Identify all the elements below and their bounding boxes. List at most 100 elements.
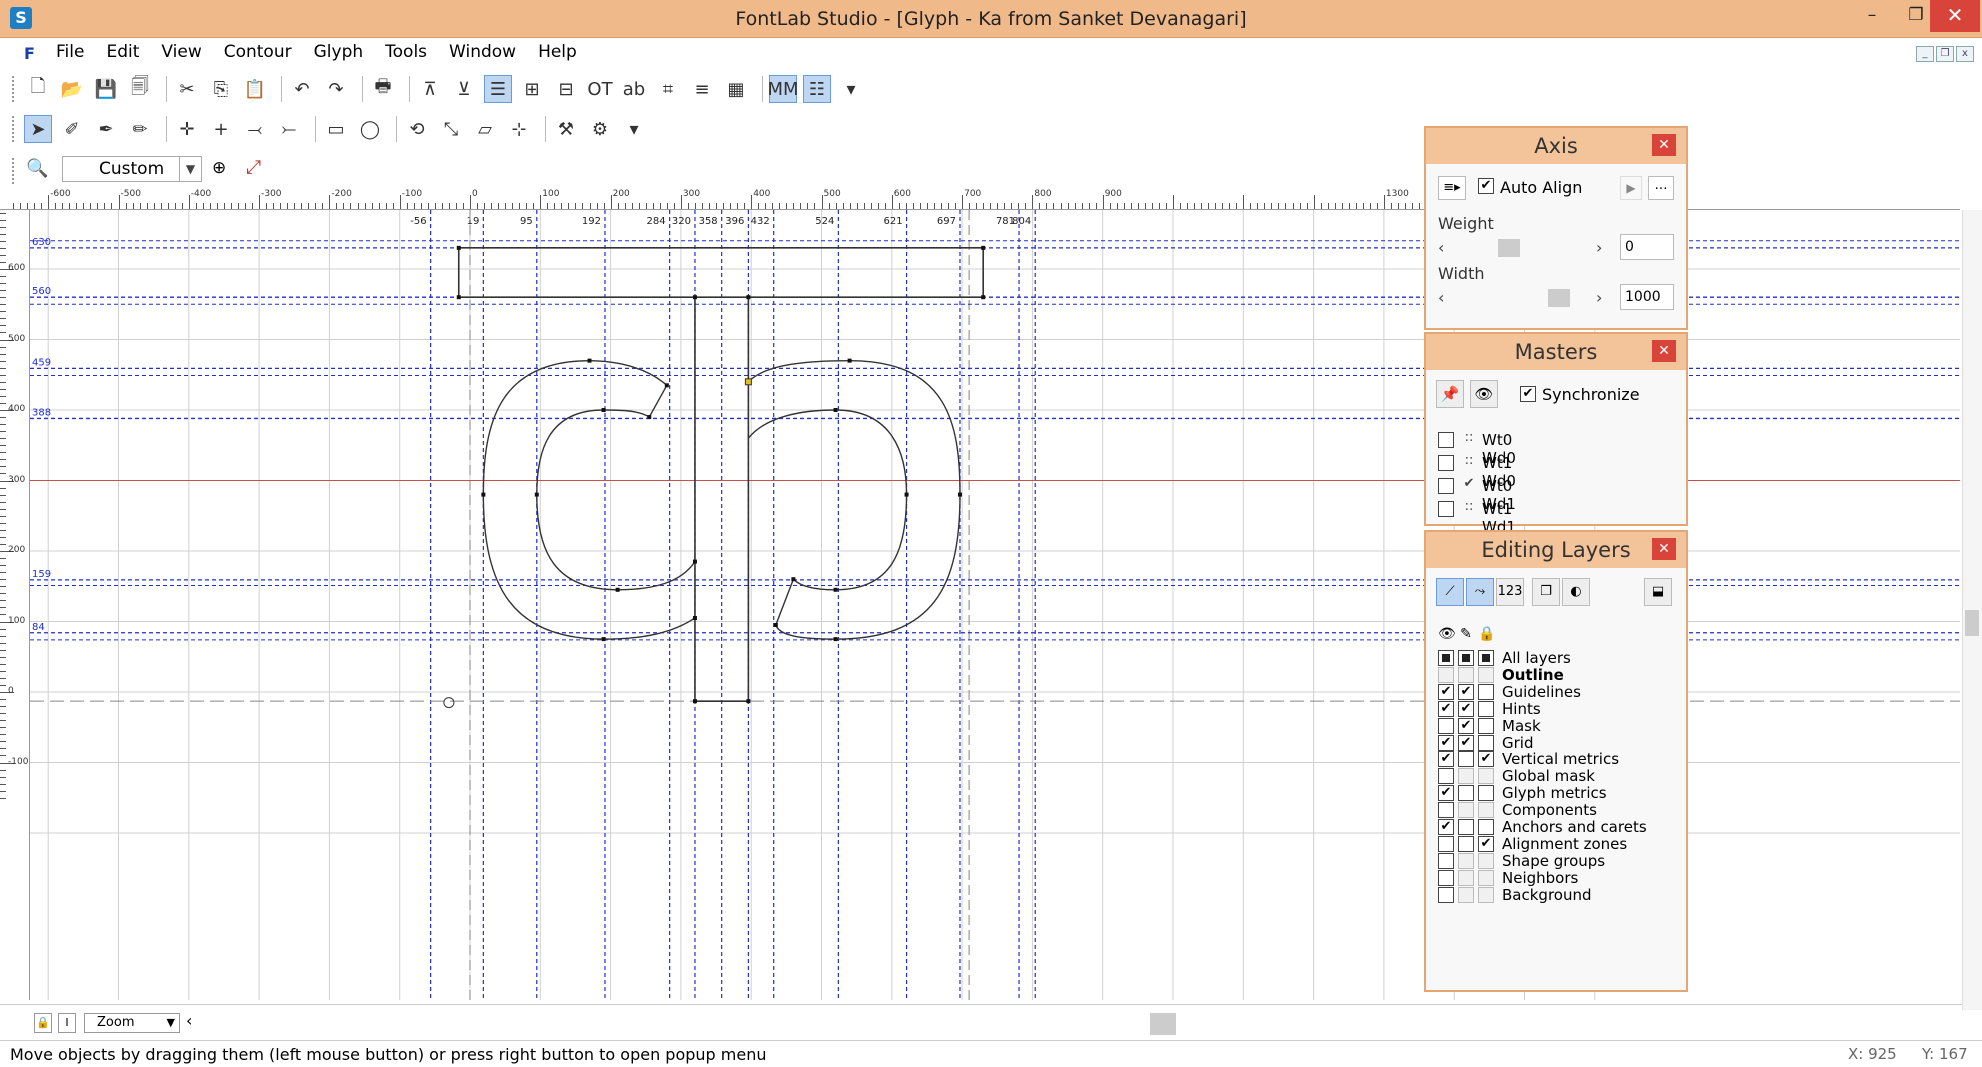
layer-row[interactable]: ✔ Mask bbox=[1438, 717, 1678, 735]
weight-slider-thumb[interactable] bbox=[1498, 239, 1520, 257]
layer-row[interactable]: Components bbox=[1438, 801, 1678, 819]
chevron-down-icon[interactable]: ▼ bbox=[179, 157, 201, 181]
layer-visible-checkbox[interactable]: ✔ bbox=[1438, 751, 1454, 768]
toolbar-grip[interactable] bbox=[12, 116, 15, 142]
transform-icon[interactable]: ⌗ bbox=[654, 75, 682, 103]
layer-visible-checkbox[interactable] bbox=[1438, 886, 1454, 903]
minimize-button[interactable]: – bbox=[1850, 0, 1894, 32]
layer-edit-checkbox[interactable] bbox=[1458, 869, 1474, 886]
layer-lock-checkbox[interactable] bbox=[1478, 869, 1494, 886]
layer-edit-checkbox[interactable]: ✔ bbox=[1458, 683, 1474, 700]
menu-tools[interactable]: Tools bbox=[385, 42, 427, 62]
classes-icon[interactable]: ⊞ bbox=[518, 75, 546, 103]
copy-icon[interactable]: ⎘ bbox=[207, 75, 235, 103]
rotate-tool-icon[interactable]: ⟲ bbox=[403, 115, 431, 143]
pin-icon[interactable]: 📌 bbox=[1436, 380, 1464, 408]
layer-edit-checkbox[interactable] bbox=[1458, 666, 1474, 683]
eye-icon[interactable]: 👁 bbox=[1470, 380, 1498, 408]
master-checkbox[interactable] bbox=[1438, 501, 1454, 517]
mdi-restore-button[interactable]: ❐ bbox=[1936, 46, 1954, 62]
master-checkbox[interactable] bbox=[1438, 455, 1454, 471]
layer-visible-checkbox[interactable]: ✔ bbox=[1438, 819, 1454, 835]
save-icon[interactable]: 💾 bbox=[92, 75, 120, 103]
layer-edit-checkbox[interactable] bbox=[1458, 751, 1474, 768]
layer-visible-checkbox[interactable]: ✔ bbox=[1438, 785, 1454, 802]
layer-visible-checkbox[interactable] bbox=[1438, 852, 1454, 869]
dropdown-arrow-icon[interactable]: ▾ bbox=[837, 75, 865, 103]
layer-visible-checkbox[interactable] bbox=[1438, 768, 1454, 785]
measure-tool-icon[interactable]: ⊹ bbox=[505, 115, 533, 143]
zoom-in-icon[interactable]: ⊕ bbox=[212, 158, 226, 178]
weight-input[interactable]: 0 bbox=[1620, 234, 1674, 260]
pencil-tool-icon[interactable]: ✏ bbox=[126, 115, 154, 143]
slant-tool-icon[interactable]: ▱ bbox=[471, 115, 499, 143]
toolbar-grip[interactable] bbox=[12, 76, 15, 102]
glyph-list-icon[interactable]: ≡ bbox=[688, 75, 716, 103]
layer-edit-checkbox[interactable] bbox=[1458, 835, 1474, 852]
save-all-icon[interactable]: 🗐 bbox=[126, 75, 154, 103]
layer-lock-checkbox[interactable] bbox=[1478, 700, 1494, 717]
scroll-left-icon[interactable]: ‹ bbox=[186, 1011, 192, 1030]
new-file-icon[interactable]: 🗋 bbox=[24, 75, 52, 103]
unicode-table-icon[interactable]: ▦ bbox=[722, 75, 750, 103]
add-tangent-icon[interactable]: ⤚ bbox=[275, 115, 303, 143]
knife-tool-icon[interactable]: ⚒ bbox=[552, 115, 580, 143]
layer-lock-checkbox[interactable]: ✔ bbox=[1478, 835, 1494, 852]
layer-edit-checkbox[interactable] bbox=[1458, 768, 1474, 785]
mdi-close-button[interactable]: x bbox=[1956, 46, 1974, 62]
layer-visible-checkbox[interactable] bbox=[1438, 835, 1454, 852]
synchronize-checkbox[interactable]: ✔ bbox=[1520, 386, 1536, 402]
layer-lock-checkbox[interactable] bbox=[1478, 768, 1494, 785]
width-input[interactable]: 1000 bbox=[1620, 284, 1674, 310]
ellipse-tool-icon[interactable]: ◯ bbox=[356, 115, 384, 143]
mask-icon[interactable]: ◐ bbox=[1562, 578, 1590, 606]
chevron-left-icon[interactable]: ‹ bbox=[1438, 288, 1444, 307]
hinting-icon[interactable]: ⊟ bbox=[552, 75, 580, 103]
layer-row[interactable]: Outline bbox=[1438, 666, 1678, 684]
zoom-fit-icon[interactable]: ⤢ bbox=[246, 156, 261, 178]
pen-tool-icon[interactable]: ✒ bbox=[92, 115, 120, 143]
layer-lock-checkbox[interactable]: ✔ bbox=[1478, 751, 1494, 768]
master-checkbox[interactable] bbox=[1438, 432, 1454, 448]
blend-tool-icon[interactable]: ⚙ bbox=[586, 115, 614, 143]
layers-toggle-icon[interactable]: ☷ bbox=[803, 75, 831, 103]
layer-edit-checkbox[interactable] bbox=[1458, 852, 1474, 869]
auto-align-checkbox[interactable]: ✔ bbox=[1478, 178, 1494, 194]
layer-row[interactable]: Neighbors bbox=[1438, 869, 1678, 887]
layer-row[interactable]: ✔ ✔ Hints bbox=[1438, 700, 1678, 718]
font-info-icon[interactable]: ☰ bbox=[484, 75, 512, 103]
weight-slider[interactable]: ‹ › bbox=[1438, 238, 1606, 258]
chevron-right-icon[interactable]: › bbox=[1596, 238, 1602, 257]
zoom-magnifier-icon[interactable]: 🔍 bbox=[26, 158, 48, 179]
copy-layer-icon[interactable]: ❐ bbox=[1532, 578, 1560, 606]
export-icon[interactable]: ⬓ bbox=[1644, 578, 1672, 606]
add-node-icon[interactable]: ✛ bbox=[173, 115, 201, 143]
multiple-master-icon[interactable]: MM bbox=[767, 75, 799, 103]
chevron-down-icon[interactable]: ▼ bbox=[167, 1014, 175, 1032]
axis-menu-icon[interactable]: ≡▸ bbox=[1438, 176, 1466, 200]
layer-visible-checkbox[interactable] bbox=[1438, 802, 1454, 819]
eraser-tool-icon[interactable]: ✐ bbox=[58, 115, 86, 143]
pointer-tool-icon[interactable]: ➤ bbox=[24, 115, 52, 143]
layer-edit-checkbox[interactable]: ✔ bbox=[1458, 717, 1474, 734]
layer-row[interactable]: ✔ Alignment zones bbox=[1438, 835, 1678, 853]
layer-visible-checkbox[interactable] bbox=[1438, 717, 1454, 734]
close-icon[interactable]: ✕ bbox=[1652, 134, 1676, 156]
layer-visible-checkbox[interactable] bbox=[1438, 869, 1454, 886]
vertical-scrollbar[interactable] bbox=[1962, 210, 1982, 1010]
more-icon[interactable]: … bbox=[1648, 176, 1674, 200]
dropdown-arrow-icon[interactable]: ▾ bbox=[620, 115, 648, 143]
layer-row[interactable]: ✔ Anchors and carets bbox=[1438, 818, 1678, 836]
open-folder-icon[interactable]: 📂 bbox=[58, 75, 86, 103]
layer-row[interactable]: All layers bbox=[1438, 649, 1678, 667]
zoom-select[interactable]: Custom ▼ bbox=[62, 156, 202, 182]
undo-icon[interactable]: ↶ bbox=[288, 75, 316, 103]
layer-row[interactable]: Background bbox=[1438, 886, 1678, 904]
layer-edit-checkbox[interactable]: ✔ bbox=[1458, 700, 1474, 717]
horizontal-scrollbar-thumb[interactable] bbox=[1150, 1013, 1176, 1035]
vertical-ruler[interactable]: 7006005004003002001000-100 bbox=[0, 210, 30, 1000]
scale-tool-icon[interactable]: ⤡ bbox=[437, 115, 465, 143]
chevron-right-icon[interactable]: › bbox=[1596, 288, 1602, 307]
close-icon[interactable]: ✕ bbox=[1652, 538, 1676, 560]
path-edit-icon[interactable]: ⤳ bbox=[1466, 578, 1494, 606]
